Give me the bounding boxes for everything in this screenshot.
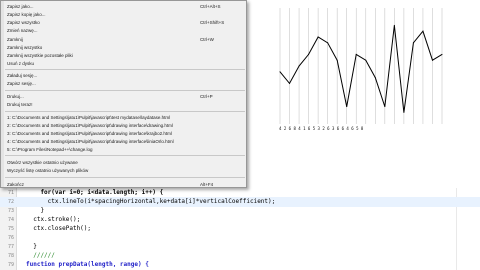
menu-separator <box>5 111 245 112</box>
menu-item-label: 5: C:\Program Files\Notepad++\change.log <box>7 147 93 152</box>
file-menu-item[interactable]: Drukuj teraz! <box>7 101 245 109</box>
file-menu-item[interactable]: 4: C:\Documents and Settings\jatu1\Pulpi… <box>7 138 245 146</box>
chart-point <box>422 30 424 32</box>
file-menu-item[interactable]: Drukuj... Ctrl+P <box>7 93 245 101</box>
chart-canvas: 4 2 6 8 4 1 6 5 3 2 6 3 6 6 4 6 5 8 <box>272 0 480 188</box>
menu-item-label: Wyczyść listę ostatnio używanych plików <box>7 168 89 173</box>
menu-item-label: Zapisz wszystko <box>7 20 40 25</box>
chart-point <box>279 71 281 73</box>
file-menu-item[interactable]: Zmień nazwę... <box>7 27 245 35</box>
chart-series-line <box>279 25 443 113</box>
chart-point <box>308 53 310 55</box>
chart-point <box>365 59 367 61</box>
menu-item-shortcut: Ctrl+Shift+S <box>200 20 225 25</box>
menu-item-shortcut: Ctrl+P <box>200 94 213 99</box>
line-number: 79 <box>7 262 14 268</box>
menu-item-label: Załaduj sesję... <box>7 73 38 78</box>
chart-point <box>412 42 414 44</box>
chart-point <box>393 24 395 26</box>
chart-point <box>431 59 433 61</box>
menu-item-label: 4: C:\Documents and Settings\jatu1\Pulpi… <box>7 139 174 144</box>
file-menu-item[interactable]: Zapisz sesję... <box>7 80 245 88</box>
menu-item-label: Zmień nazwę... <box>7 28 38 33</box>
file-menu-item[interactable]: 5: C:\Program Files\Notepad++\change.log <box>7 146 245 154</box>
file-menu-item[interactable]: Usuń z dysku <box>7 60 245 68</box>
file-menu-item[interactable]: 1: C:\Documents and Settings\jatu1\Pulpi… <box>7 114 245 122</box>
menu-item-shortcut: Ctrl+Alt+S <box>200 4 221 9</box>
menu-separator <box>5 155 245 156</box>
menu-item-label: Drukuj teraz! <box>7 102 33 107</box>
file-menu-item[interactable]: Otwórz wszystkie ostatnio używane <box>7 159 245 167</box>
chart-point <box>355 53 357 55</box>
menu-item-label: Drukuj... <box>7 94 24 99</box>
file-menu-item[interactable]: Zakończ Alt+F4 <box>7 181 245 189</box>
menu-separator <box>5 177 245 178</box>
chart-point <box>298 65 300 67</box>
code-line[interactable]: 79 function prepData(length, range) { <box>0 260 480 270</box>
menu-item-label: Zapisz jako... <box>7 4 34 9</box>
menu-item-label: Zapisz kopię jako... <box>7 12 46 17</box>
menu-item-shortcut: Ctrl+W <box>200 37 214 42</box>
menu-item-label: Zakończ <box>7 182 25 187</box>
chart-point <box>317 36 319 38</box>
file-menu-item[interactable]: Wyczyść listę ostatnio używanych plików <box>7 167 245 175</box>
chart-point <box>346 106 348 108</box>
chart-point <box>289 82 291 84</box>
chart-point <box>327 42 329 44</box>
chart-tick-labels: 4 2 6 8 4 1 6 5 3 2 6 3 6 6 4 6 5 8 <box>279 126 364 131</box>
file-menu-item[interactable]: 2: C:\Documents and Settings\jatu1\Pulpi… <box>7 122 245 130</box>
code-text: function prepData(length, range) { <box>26 261 149 268</box>
menu-item-label: 1: C:\Documents and Settings\jatu1\Pulpi… <box>7 115 171 120</box>
menu-separator <box>5 69 245 70</box>
chart-point <box>336 59 338 61</box>
menu-item-label: Usuń z dysku <box>7 61 35 66</box>
chart-point <box>384 106 386 108</box>
file-menu-item[interactable]: Zapisz jako... Ctrl+Alt+S <box>7 3 245 11</box>
file-menu-item[interactable]: Zamknij wszystko <box>7 44 245 52</box>
menu-item-shortcut: Alt+F4 <box>200 182 214 187</box>
file-menu-item[interactable]: Zamknij wszystkie pozostałe pliki <box>7 52 245 60</box>
line-chart: 4 2 6 8 4 1 6 5 3 2 6 3 6 6 4 6 5 8 <box>279 8 443 131</box>
file-menu-item[interactable]: Załaduj sesję... <box>7 72 245 80</box>
code-editor[interactable]: 71 for(var i=0; i<data.length; i++) {72 … <box>0 188 480 270</box>
file-menu-item[interactable]: Zapisz wszystko Ctrl+Shift+S <box>7 19 245 27</box>
menu-item-label: Zamknij wszystko <box>7 45 43 50</box>
file-menu-dropdown[interactable]: Zapisz jako... Ctrl+Alt+S Zapisz kopię jak… <box>0 0 247 188</box>
menu-item-label: 3: C:\Documents and Settings\jatu1\Pulpi… <box>7 131 172 136</box>
menu-item-label: Otwórz wszystkie ostatnio używane <box>7 160 78 165</box>
chart-point <box>403 111 405 113</box>
menu-separator <box>5 90 245 91</box>
menu-item-label: 2: C:\Documents and Settings\jatu1\Pulpi… <box>7 123 173 128</box>
menu-item-label: Zapisz sesję... <box>7 81 36 86</box>
menu-icon-strip <box>1 1 4 187</box>
chart-point <box>374 77 376 79</box>
chart-point <box>441 53 443 55</box>
file-menu-item[interactable]: Zamknij Ctrl+W <box>7 36 245 44</box>
file-menu-item[interactable]: Zapisz kopię jako... <box>7 11 245 19</box>
menu-item-label: Zamknij wszystkie pozostałe pliki <box>7 53 73 58</box>
menu-item-label: Zamknij <box>7 37 23 42</box>
file-menu-item[interactable]: 3: C:\Documents and Settings\jatu1\Pulpi… <box>7 130 245 138</box>
